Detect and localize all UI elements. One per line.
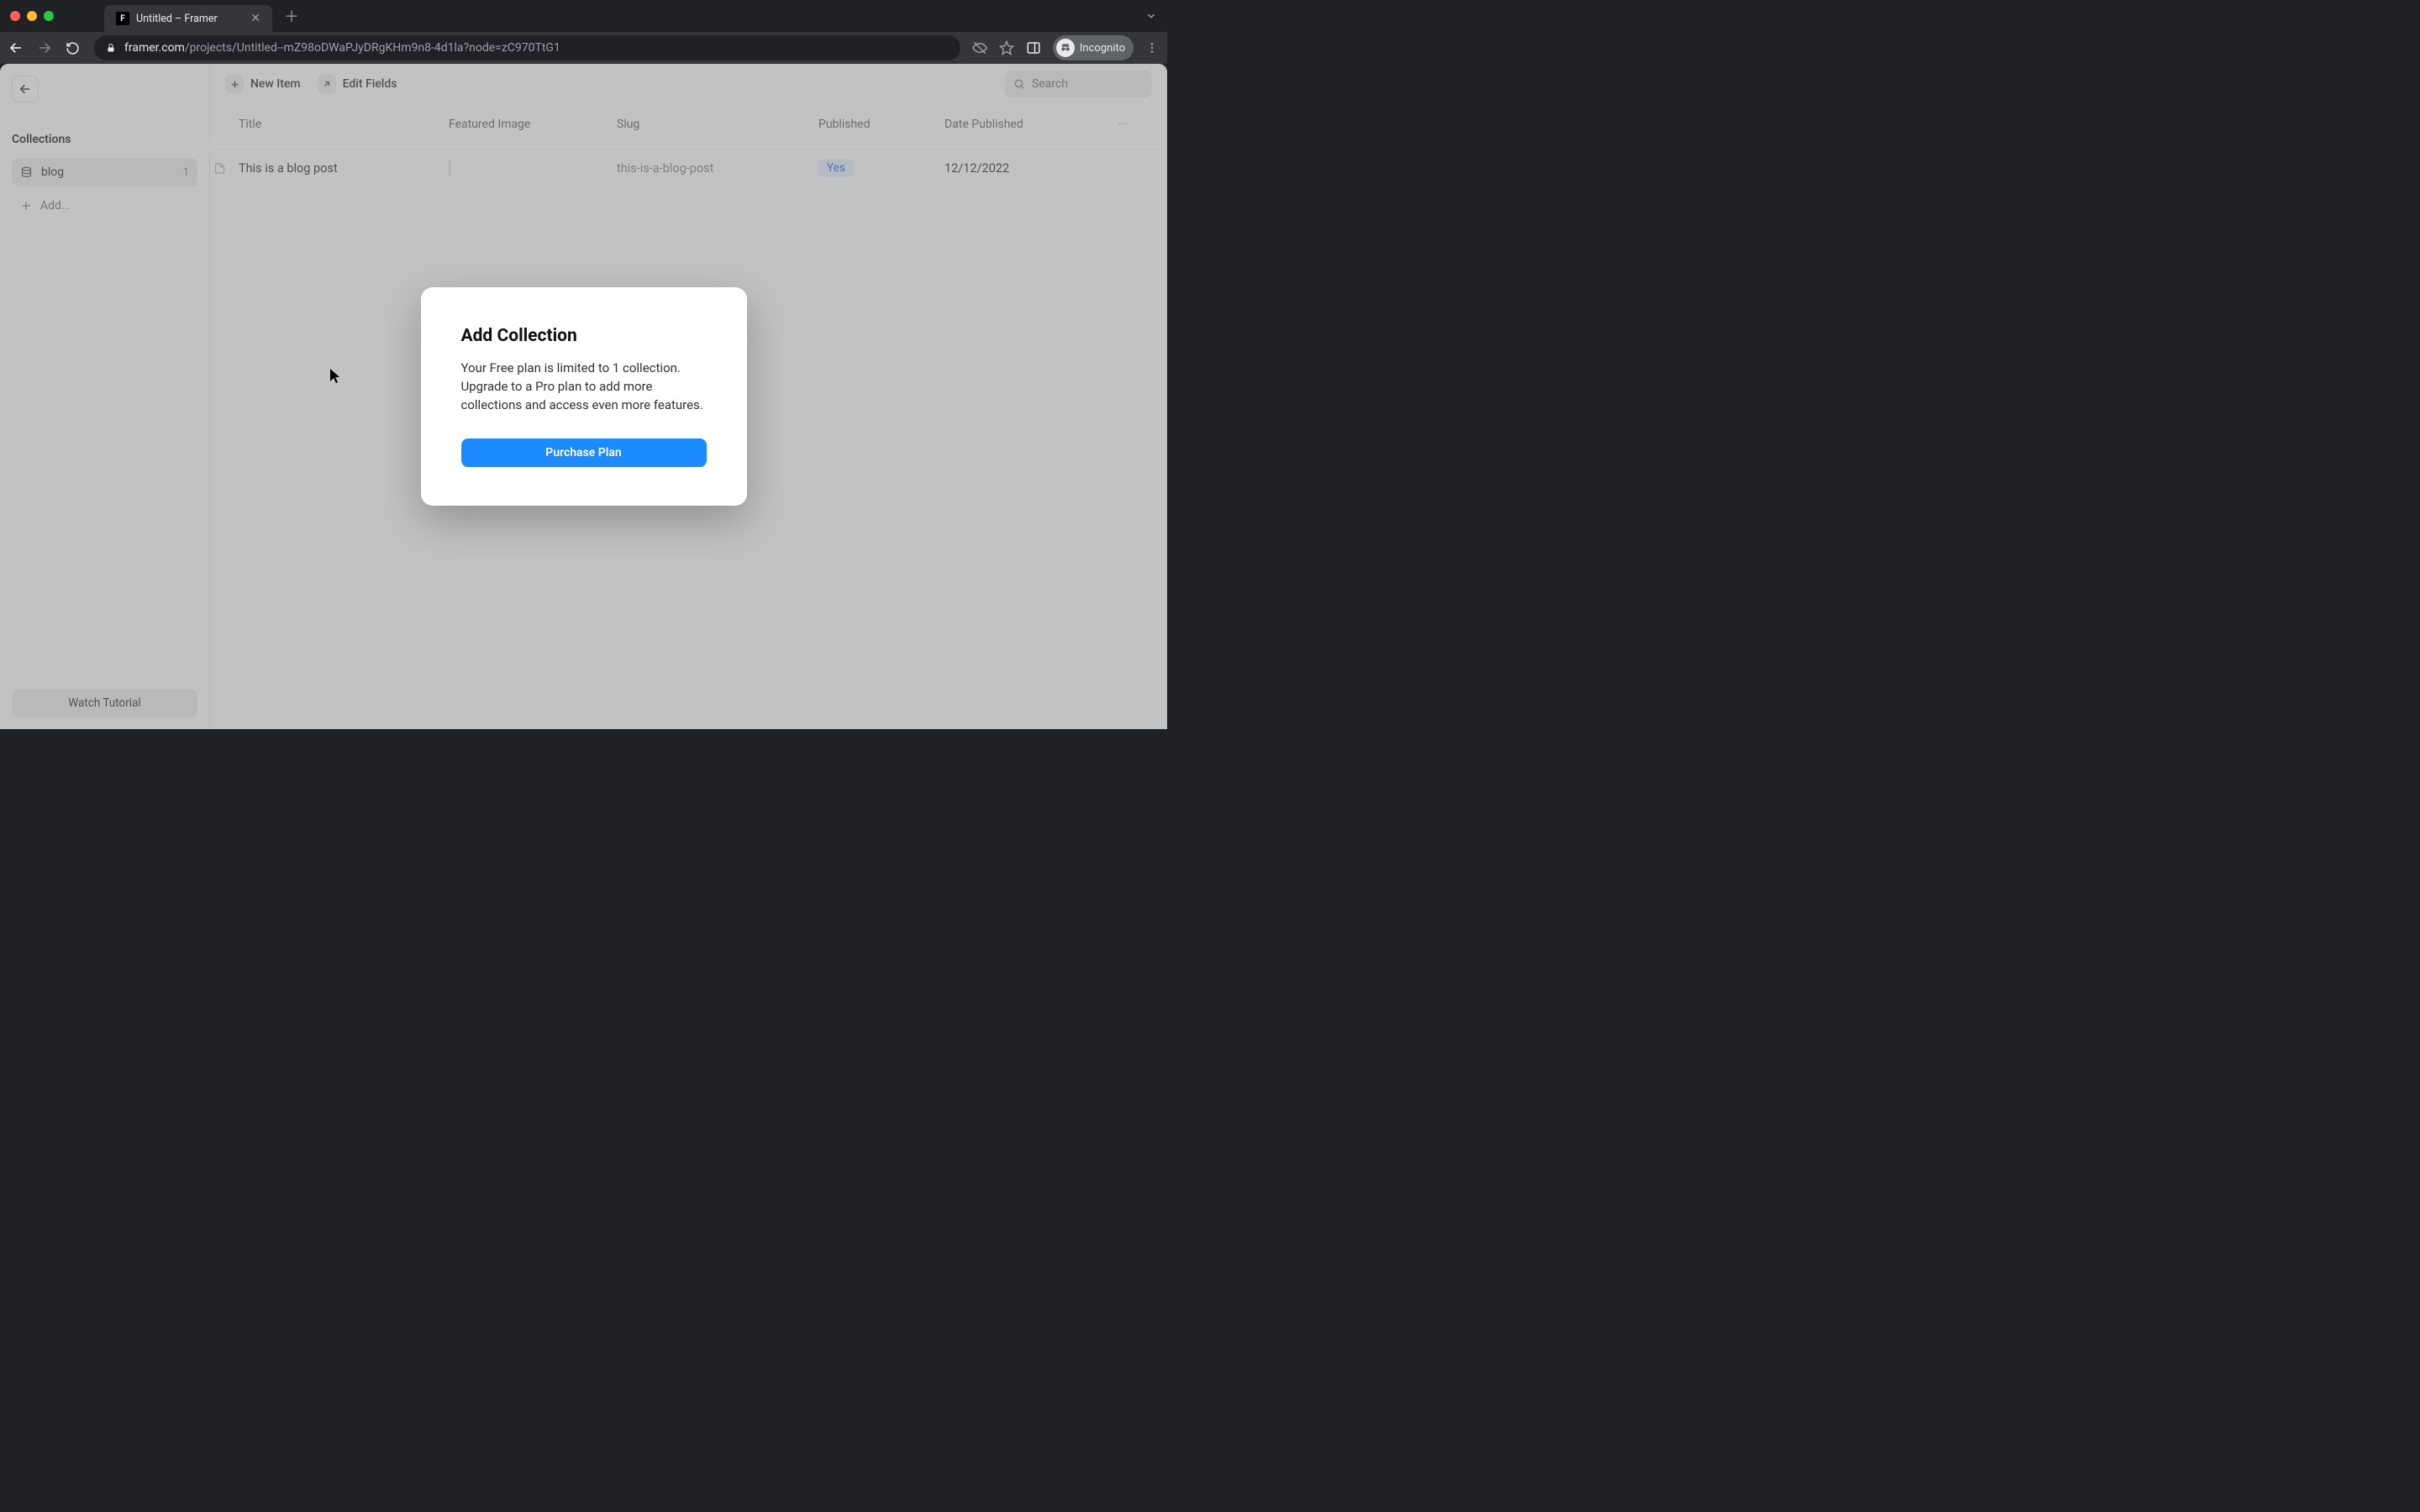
eye-off-icon[interactable] — [972, 40, 987, 55]
tab-title: Untitled – Framer — [136, 13, 218, 25]
reload-button[interactable] — [66, 41, 82, 55]
window-titlebar: F Untitled – Framer ✕ ＋ — [0, 0, 1167, 32]
modal-body: Your Free plan is limited to 1 collectio… — [461, 360, 707, 414]
side-panel-icon[interactable] — [1026, 40, 1041, 55]
tab-overflow-icon[interactable] — [1145, 10, 1157, 22]
maximize-window-button[interactable] — [44, 11, 54, 21]
browser-tab[interactable]: F Untitled – Framer ✕ — [104, 5, 272, 32]
traffic-lights — [10, 11, 54, 21]
back-button[interactable] — [8, 40, 25, 55]
browser-toolbar: framer.com/projects/Untitled--mZ98oDWaPJ… — [0, 32, 1167, 64]
kebab-menu-icon[interactable] — [1145, 41, 1159, 55]
address-bar[interactable]: framer.com/projects/Untitled--mZ98oDWaPJ… — [94, 35, 960, 60]
new-tab-button[interactable]: ＋ — [284, 5, 299, 27]
incognito-label: Incognito — [1080, 42, 1125, 55]
url-text: framer.com/projects/Untitled--mZ98oDWaPJ… — [124, 41, 560, 55]
lock-icon — [106, 43, 116, 53]
framer-favicon-icon: F — [116, 12, 129, 25]
incognito-icon — [1056, 39, 1075, 57]
modal-title: Add Collection — [461, 326, 707, 346]
bookmark-star-icon[interactable] — [999, 40, 1014, 55]
close-tab-icon[interactable]: ✕ — [250, 12, 260, 25]
minimize-window-button[interactable] — [27, 11, 37, 21]
close-window-button[interactable] — [10, 11, 20, 21]
incognito-badge[interactable]: Incognito — [1053, 35, 1134, 60]
add-collection-modal: Add Collection Your Free plan is limited… — [421, 287, 747, 505]
forward-button[interactable] — [37, 40, 54, 55]
purchase-plan-button[interactable]: Purchase Plan — [461, 438, 707, 467]
modal-overlay[interactable]: Add Collection Your Free plan is limited… — [0, 64, 1167, 729]
